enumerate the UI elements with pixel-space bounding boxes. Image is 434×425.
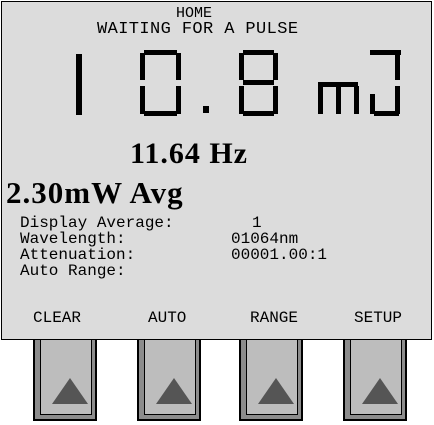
auto-range-label: Auto Range: [20,262,126,280]
reading-decimal-point [203,106,209,113]
up-triangle-icon [362,378,398,404]
main-reading [2,2,431,122]
attenuation-value: 00001.00:1 [231,246,328,264]
display-average-label: Display Average: [20,214,174,232]
display-average-value: 1 [252,214,262,232]
softkey-label-auto: AUTO [148,309,187,327]
wavelength-label: Wavelength: [20,230,126,248]
clear-button[interactable] [33,340,97,421]
frequency-readout: 11.64 Hz [130,137,248,170]
up-triangle-icon [52,378,88,404]
attenuation-label: Attenuation: [20,246,136,264]
range-button[interactable] [239,340,303,421]
up-triangle-icon [258,378,294,404]
wavelength-value: 01064nm [231,230,299,248]
softkey-label-clear: CLEAR [33,309,82,327]
auto-button[interactable] [137,340,201,421]
softkey-label-range: RANGE [250,309,299,327]
lcd-screen: HOME WAITING FOR A PULSE 11.64 Hz 2.30mW… [1,1,432,340]
power-readout: 2.30mW Avg [6,175,184,210]
setup-button[interactable] [343,340,407,421]
softkey-label-setup: SETUP [354,309,403,327]
up-triangle-icon [156,378,192,404]
